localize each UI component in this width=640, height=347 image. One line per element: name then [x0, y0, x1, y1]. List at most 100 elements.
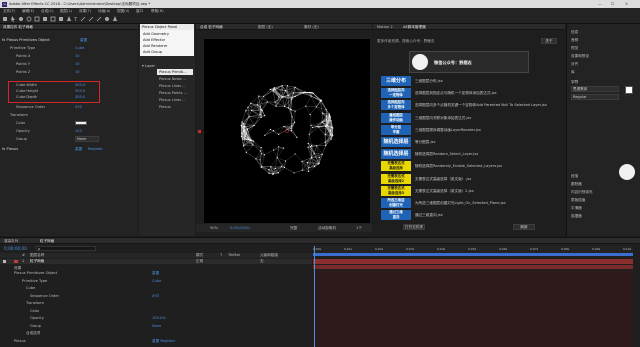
- layer-row[interactable]: 1 粒子网格 正常 无: [0, 259, 312, 264]
- panel-content-aware-fill[interactable]: 内容识别填充: [571, 190, 593, 195]
- tab-script-manager[interactable]: AE脚本管理器: [403, 25, 426, 30]
- tab-composition[interactable]: 合成 粒子网格: [200, 25, 223, 30]
- add-renderer-item[interactable]: Add Renderer: [143, 44, 168, 49]
- script-thumbnail-button[interactable]: 所选三维层 创建灯光: [381, 198, 411, 208]
- add-geometry-item[interactable]: Add Geometry: [143, 32, 169, 37]
- tool-icons[interactable]: T: [3, 16, 163, 22]
- menu-window[interactable]: 窗口: [136, 9, 143, 14]
- plexus-reset-button[interactable]: 重置: [75, 147, 82, 152]
- about-button[interactable]: 关于: [541, 38, 557, 44]
- prop-value[interactable]: Cube: [75, 46, 84, 51]
- panel-tracker[interactable]: 跟踪器: [571, 182, 582, 187]
- menu-animation[interactable]: 动画(A): [98, 9, 110, 14]
- script-thumbnail-button[interactable]: 三维分布: [381, 76, 411, 86]
- timeline-property-label[interactable]: Opacity: [30, 316, 44, 321]
- time-ruler[interactable]: 0;00s 0;01s 0;02s 0;03s 0;04s 0;05s 0;06s 0;07s…: [313, 246, 633, 253]
- layer-parent-dropdown[interactable]: 无: [260, 259, 264, 264]
- prop-value[interactable]: 100: [75, 129, 82, 134]
- prop-value[interactable]: 10: [75, 70, 80, 75]
- panel-wiggler[interactable]: 摇摆器: [571, 214, 582, 219]
- menu-view[interactable]: 视图(V): [117, 9, 129, 14]
- script-name-label[interactable]: 无需表达式高级选择（英文版）2.jsx: [415, 189, 474, 194]
- timeline-property-label[interactable]: Group: [30, 324, 41, 329]
- script-name-label[interactable]: 随机选择层Random_Select_Layer.jsx: [415, 152, 478, 157]
- script-name-label[interactable]: 选择图层到指定点与随机一个定物体添加表达式.jsx: [415, 91, 497, 96]
- tab-layer[interactable]: 图层 (无): [258, 25, 273, 30]
- script-name-label[interactable]: 三维图层向关联对象添加表达式.jsx: [415, 116, 471, 121]
- panel-info[interactable]: 信息: [571, 30, 578, 35]
- timeline-property-value[interactable]: XYZ: [152, 294, 159, 299]
- add-group-item[interactable]: Add Group: [143, 50, 162, 55]
- script-name-label[interactable]: 三维图层顺序调整动画LayerReorder.jsx: [415, 128, 481, 133]
- timeline-property-value[interactable]: 重置: [152, 271, 159, 276]
- playhead[interactable]: [314, 246, 315, 347]
- timeline-property-label[interactable]: Plexus: [14, 339, 26, 344]
- views-dropdown[interactable]: 1个: [356, 226, 362, 231]
- script-thumbnail-button[interactable]: 无需表达式 高级选择3: [381, 185, 411, 196]
- script-thumbnail-button[interactable]: 选择图层向 多个定物体: [381, 100, 411, 111]
- panel-mask-interpolation[interactable]: 蒙版插值: [571, 198, 585, 203]
- work-area-bar[interactable]: [313, 253, 633, 256]
- layer-name[interactable]: 粒子网格: [30, 259, 44, 264]
- panel-effects-presets[interactable]: 效果和预设: [571, 54, 589, 59]
- tab-timeline-comp[interactable]: 粒子网格: [40, 239, 54, 244]
- panel-audio[interactable]: 音频: [571, 38, 578, 43]
- layer-search-input[interactable]: ρ: [36, 246, 96, 251]
- panel-smoother[interactable]: 平滑器: [571, 206, 582, 211]
- panel-align[interactable]: 对齐: [571, 62, 578, 67]
- plexus-register-button[interactable]: Register: [88, 147, 103, 152]
- script-thumbnail-button[interactable]: 等分层 平面: [381, 124, 411, 135]
- layer-duration-bar[interactable]: [313, 259, 633, 264]
- menu-edit[interactable]: 编辑(E): [22, 9, 34, 14]
- menu-file[interactable]: 文件(F): [3, 9, 15, 14]
- script-name-label[interactable]: 选择图层向多个点随机关键一个定物体Add Parented Null To Se…: [415, 103, 547, 108]
- label-color-swatch[interactable]: [14, 260, 18, 263]
- fill-color-swatch[interactable]: [625, 86, 633, 94]
- panel-paragraph[interactable]: 段落: [571, 174, 578, 179]
- script-name-label[interactable]: 为所选三维图层创建灯光Light_On_Selected_Plane.jsx: [415, 201, 506, 206]
- script-thumbnail-button[interactable]: 随机选择层: [381, 137, 411, 147]
- effect-controls-tab[interactable]: 效果控件 粒子网格: [3, 25, 33, 30]
- refresh-button[interactable]: 刷新: [513, 224, 535, 230]
- panel-libraries[interactable]: 库: [571, 70, 575, 75]
- script-name-label[interactable]: 等分图层.jsx: [415, 140, 436, 145]
- tab-motion[interactable]: Motion 2: [377, 25, 393, 30]
- prop-value[interactable]: 300.0: [75, 83, 85, 88]
- plexus-object-item[interactable]: Plexus Noise ...: [159, 77, 186, 82]
- font-family-dropdown[interactable]: 思源黑体: [571, 86, 619, 92]
- menu-layer[interactable]: 图层(L): [60, 9, 72, 14]
- timeline-property-value[interactable]: Cube: [152, 279, 161, 284]
- script-name-label[interactable]: 随机选择层Randomly_Enable_Selected_Layers.jsx: [415, 164, 502, 169]
- tab-render-queue[interactable]: 渲染队列: [4, 239, 18, 244]
- timeline-property-label[interactable]: Plexus Primitives Object: [14, 271, 57, 276]
- prop-value[interactable]: 10: [75, 62, 80, 67]
- timeline-property-label[interactable]: Cube: [26, 286, 35, 291]
- add-effector-item[interactable]: Add Effector: [143, 38, 165, 43]
- plexus-object-item[interactable]: Plexus: [159, 105, 171, 110]
- timeline-property-label[interactable]: Sequence Order: [30, 294, 59, 299]
- plexus-object-item[interactable]: Plexus Points ...: [159, 91, 187, 96]
- open-folder-button[interactable]: 打开文件夹: [403, 224, 425, 230]
- composition-canvas[interactable]: [204, 39, 370, 223]
- resolution-dropdown[interactable]: 完整: [290, 226, 297, 231]
- close-button[interactable]: ✕: [625, 2, 628, 7]
- effect-reset-button[interactable]: 重置: [80, 38, 87, 43]
- script-thumbnail-button[interactable]: 通过三维 直向: [381, 210, 411, 221]
- zoom-level[interactable]: 50%: [210, 226, 218, 231]
- script-thumbnail-button[interactable]: 重组图层 操作动画: [381, 112, 411, 123]
- script-name-label[interactable]: 三维图层分布.jsx: [415, 79, 443, 84]
- timeline-property-value[interactable]: 重置 Register: [152, 339, 175, 344]
- timeline-property-label[interactable]: 合成选项: [26, 331, 40, 336]
- prop-value[interactable]: 300.0: [75, 95, 85, 100]
- panel-character[interactable]: 字符: [571, 80, 578, 85]
- script-name-label[interactable]: 无需表达式高级选择（英文版）.jsx: [415, 177, 471, 182]
- script-thumbnail-button[interactable]: 选择图层向 一定物体: [381, 88, 411, 99]
- prop-value[interactable]: XYZ: [75, 105, 82, 110]
- maximize-button[interactable]: ☐: [611, 2, 614, 7]
- menu-composition[interactable]: 合成(C): [41, 9, 54, 14]
- menu-help[interactable]: 帮助(H): [151, 9, 164, 14]
- timeline-timecode[interactable]: 0;00;00;00: [4, 246, 27, 251]
- script-thumbnail-button[interactable]: 无需表达式 高级选择2: [381, 173, 411, 184]
- visibility-icon[interactable]: [3, 260, 6, 263]
- layer-mode-dropdown[interactable]: 正常: [196, 259, 203, 264]
